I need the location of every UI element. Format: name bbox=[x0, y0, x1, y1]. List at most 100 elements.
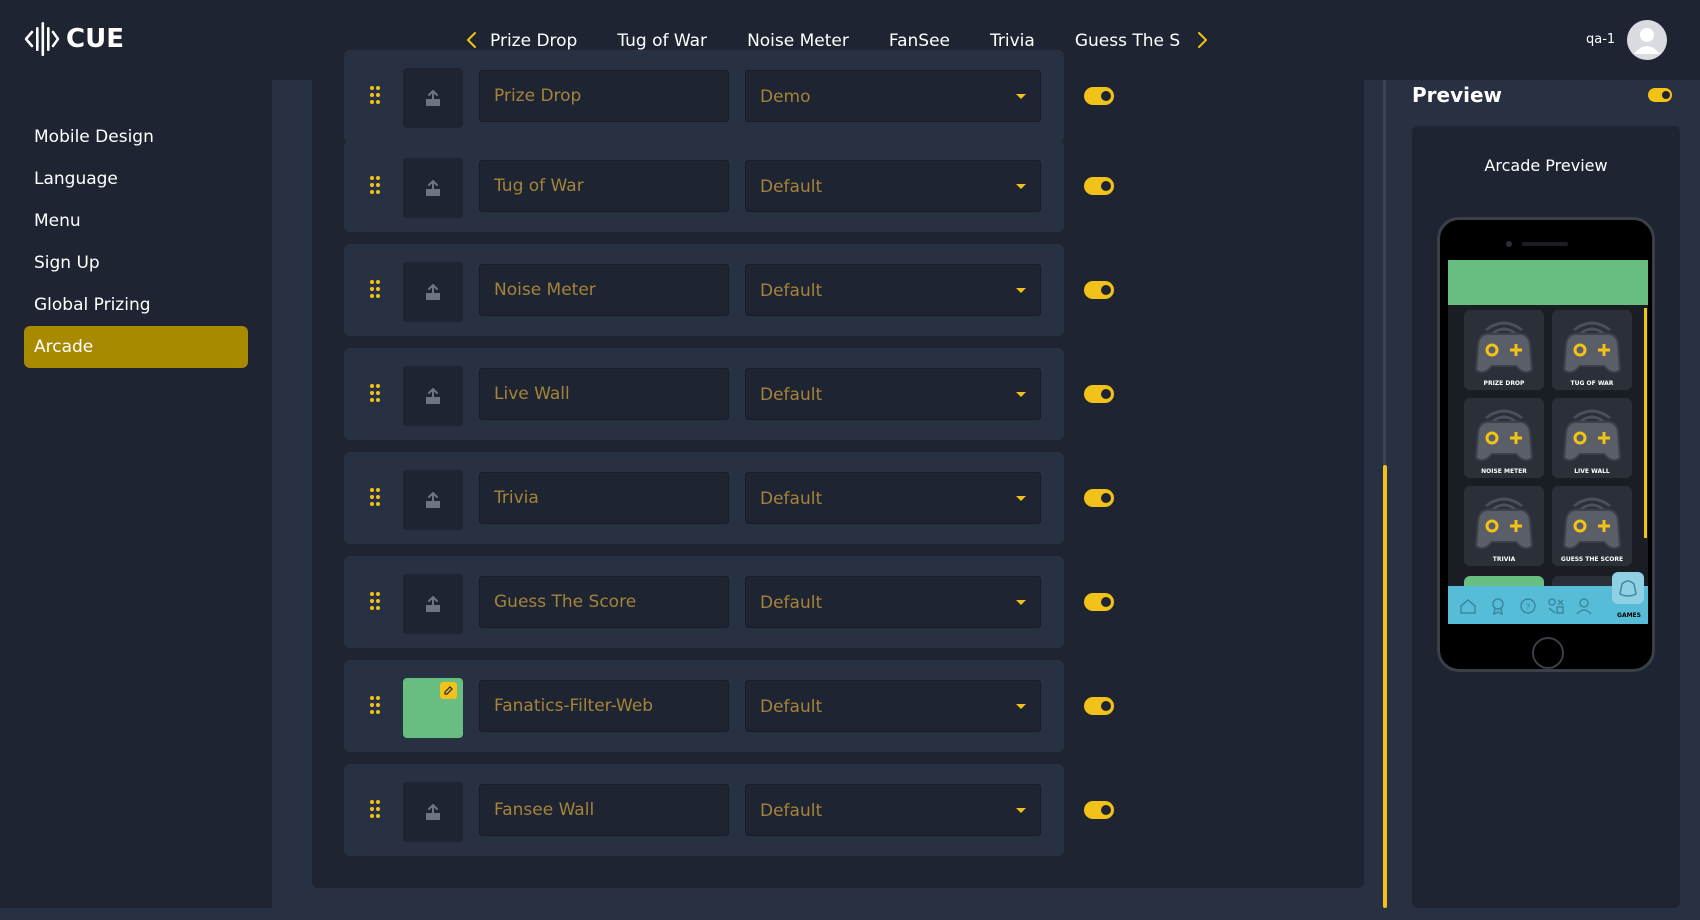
user-avatar-icon[interactable] bbox=[1627, 20, 1667, 60]
edit-icon[interactable] bbox=[440, 682, 457, 699]
tile-label: TRIVIA bbox=[1492, 556, 1516, 563]
drag-handle-icon[interactable] bbox=[370, 800, 380, 818]
cue-logo-icon bbox=[24, 22, 60, 56]
upload-button[interactable] bbox=[403, 262, 463, 322]
game-row: Default bbox=[344, 764, 1114, 856]
screen-header bbox=[1448, 260, 1648, 305]
game-enabled-toggle[interactable] bbox=[1084, 697, 1114, 715]
home-icon bbox=[1460, 599, 1476, 614]
game-name-input[interactable] bbox=[479, 70, 729, 122]
bottom-nav-bar: ? GAMES bbox=[1448, 572, 1648, 624]
drag-handle-icon[interactable] bbox=[370, 488, 380, 506]
tile-label: GUESS THE SCORE bbox=[1560, 556, 1624, 563]
preview-title: Preview bbox=[1412, 83, 1503, 107]
preview-subtitle: Arcade Preview bbox=[1484, 156, 1608, 175]
game-enabled-toggle[interactable] bbox=[1084, 801, 1114, 819]
chevron-left-icon[interactable] bbox=[462, 28, 482, 52]
game-mode-select[interactable]: Default bbox=[745, 368, 1041, 420]
tile-label: NOISE METER bbox=[1481, 468, 1527, 475]
drag-handle-icon[interactable] bbox=[370, 592, 380, 610]
sidebar-item-global-prizing[interactable]: Global Prizing bbox=[24, 284, 248, 326]
game-enabled-toggle[interactable] bbox=[1084, 87, 1114, 105]
game-mode-select[interactable]: Default bbox=[745, 576, 1041, 628]
game-enabled-toggle[interactable] bbox=[1084, 593, 1114, 611]
game-enabled-toggle[interactable] bbox=[1084, 385, 1114, 403]
caret-down-icon bbox=[1016, 600, 1026, 605]
upload-button[interactable] bbox=[403, 158, 463, 218]
phone-home-button bbox=[1532, 637, 1564, 669]
game-enabled-toggle[interactable] bbox=[1084, 489, 1114, 507]
game-controller-icon bbox=[1562, 497, 1622, 550]
upload-button[interactable] bbox=[403, 470, 463, 530]
game-controller-icon bbox=[1474, 497, 1534, 550]
drag-handle-icon[interactable] bbox=[370, 86, 380, 104]
award-icon bbox=[1492, 598, 1504, 616]
sidebar-item-arcade[interactable]: Arcade bbox=[24, 326, 248, 368]
game-thumbnail[interactable] bbox=[403, 678, 463, 738]
upload-icon bbox=[426, 284, 440, 300]
preview-game-tile: TRIVIA bbox=[1464, 486, 1544, 566]
game-mode-value: Default bbox=[760, 697, 823, 717]
game-name-input[interactable] bbox=[479, 264, 729, 316]
game-row: Default bbox=[344, 452, 1114, 544]
game-mode-select[interactable]: Default bbox=[745, 264, 1041, 316]
svg-text:?: ? bbox=[1526, 603, 1531, 613]
sidebar-item-menu[interactable]: Menu bbox=[24, 200, 248, 242]
drag-handle-icon[interactable] bbox=[370, 384, 380, 402]
game-name-input[interactable] bbox=[479, 472, 729, 524]
drag-handle-icon[interactable] bbox=[370, 176, 380, 194]
game-controller-icon bbox=[1474, 409, 1534, 462]
preview-game-tile: TUG OF WAR bbox=[1552, 310, 1632, 390]
caret-down-icon bbox=[1016, 184, 1026, 189]
drag-handle-icon[interactable] bbox=[370, 280, 380, 298]
game-mode-select[interactable]: Default bbox=[745, 160, 1041, 212]
game-mode-select[interactable]: Default bbox=[745, 680, 1041, 732]
game-mode-select[interactable]: Demo bbox=[745, 70, 1041, 122]
game-mode-value: Default bbox=[760, 177, 823, 197]
game-name-input[interactable] bbox=[479, 576, 729, 628]
upload-button[interactable] bbox=[403, 366, 463, 426]
drag-handle-icon[interactable] bbox=[370, 696, 380, 714]
game-name-input[interactable] bbox=[479, 160, 729, 212]
upload-button[interactable] bbox=[403, 68, 463, 128]
game-mode-value: Default bbox=[760, 801, 823, 821]
screen-scrollbar bbox=[1644, 308, 1647, 538]
game-mode-select[interactable]: Default bbox=[745, 784, 1041, 836]
upload-icon bbox=[426, 90, 440, 106]
preview-game-tile: PRIZE DROP bbox=[1464, 310, 1544, 390]
game-row: Default bbox=[344, 348, 1114, 440]
game-row: Default bbox=[344, 140, 1114, 232]
game-name-input[interactable] bbox=[479, 784, 729, 836]
profile-icon bbox=[1576, 598, 1592, 615]
chevron-right-icon[interactable] bbox=[1192, 28, 1212, 52]
sidebar-item-sign-up[interactable]: Sign Up bbox=[24, 242, 248, 284]
user-name: qa-1 bbox=[1586, 32, 1616, 47]
tile-label: PRIZE DROP bbox=[1483, 380, 1525, 387]
upload-button[interactable] bbox=[403, 782, 463, 842]
tab-guess-the-score[interactable]: Guess The Score bbox=[1075, 28, 1180, 54]
preview-game-tile: GUESS THE SCORE bbox=[1552, 486, 1632, 566]
upload-icon bbox=[426, 180, 440, 196]
game-enabled-toggle[interactable] bbox=[1084, 177, 1114, 195]
grid-icon bbox=[1548, 598, 1564, 614]
scrollbar-thumb[interactable] bbox=[1383, 465, 1387, 908]
preview-toggle[interactable] bbox=[1648, 88, 1672, 102]
phone-screen: PRIZE DROP TUG OF WAR NOISE METER LIVE WALL… bbox=[1448, 260, 1648, 624]
game-name-input[interactable] bbox=[479, 368, 729, 420]
game-enabled-toggle[interactable] bbox=[1084, 281, 1114, 299]
game-row: Default bbox=[344, 556, 1114, 648]
game-mode-value: Default bbox=[760, 489, 823, 509]
game-mode-value: Default bbox=[760, 385, 823, 405]
upload-button[interactable] bbox=[403, 574, 463, 634]
game-row: Default bbox=[344, 660, 1114, 752]
sidebar-item-mobile-design[interactable]: Mobile Design bbox=[24, 116, 248, 158]
sidebar-item-language[interactable]: Language bbox=[24, 158, 248, 200]
caret-down-icon bbox=[1016, 288, 1026, 293]
logo[interactable]: CUE bbox=[24, 20, 124, 58]
sidebar: Mobile Design Language Menu Sign Up Glob… bbox=[0, 80, 272, 908]
game-controller-icon bbox=[1474, 321, 1534, 374]
help-icon: ? bbox=[1520, 598, 1536, 614]
game-controller-icon bbox=[1562, 321, 1622, 374]
game-mode-select[interactable]: Default bbox=[745, 472, 1041, 524]
game-name-input[interactable] bbox=[479, 680, 729, 732]
